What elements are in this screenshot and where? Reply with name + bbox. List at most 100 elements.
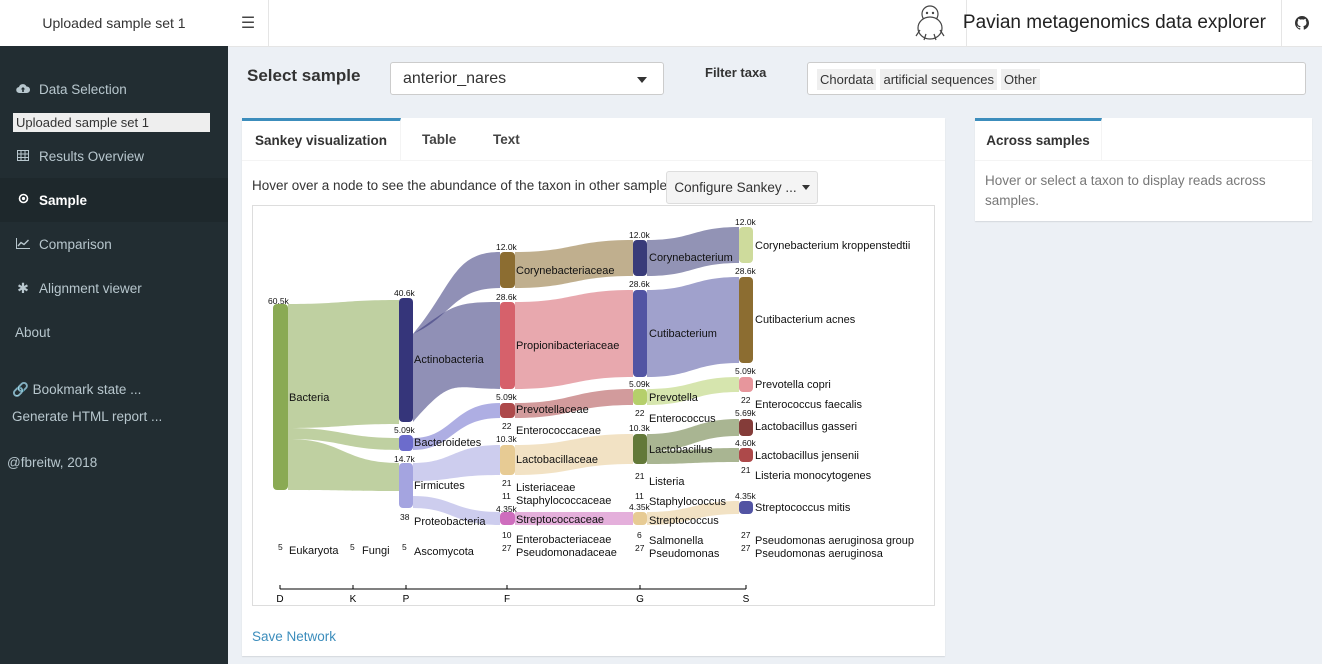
node-count: 38 <box>400 512 410 522</box>
caret-down-icon <box>637 77 647 83</box>
link-icon: 🔗 <box>12 382 29 397</box>
node-corynebacteriaceae[interactable] <box>500 252 515 288</box>
filter-chip[interactable]: Chordata <box>817 69 877 90</box>
hamburger-icon: ☰ <box>240 15 256 32</box>
node-count: 4.35k <box>496 504 518 514</box>
tab-text[interactable]: Text <box>493 118 520 160</box>
node-label: Corynebacteriaceae <box>516 265 614 277</box>
node-lactobacillus-gasseri[interactable] <box>739 419 753 436</box>
link[interactable] <box>647 277 739 377</box>
node-label: Eukaryota <box>289 545 339 557</box>
filter-chip[interactable]: Other <box>1001 69 1040 90</box>
node-count: 11 <box>635 491 644 501</box>
sidebar-item-label: Data Selection <box>39 81 127 97</box>
node-lactobacillus[interactable] <box>633 434 647 464</box>
axis-tick-label: G <box>636 594 644 605</box>
node-count: 27 <box>741 543 751 553</box>
node-count: 22 <box>741 395 751 405</box>
filter-taxa-label: Filter taxa <box>705 65 767 80</box>
tab-sankey-visualization[interactable]: Sankey visualization <box>242 118 401 160</box>
node-cutibacterium[interactable] <box>633 290 647 377</box>
header-logo[interactable]: Uploaded sample set 1 <box>0 0 228 47</box>
node-count: 22 <box>502 421 512 431</box>
node-actinobacteria[interactable] <box>399 298 413 422</box>
link[interactable] <box>288 300 399 428</box>
node-count: 5.09k <box>394 425 416 435</box>
node-corynebacterium[interactable] <box>633 240 647 276</box>
node-lactobacillaceae[interactable] <box>500 445 515 475</box>
node-label: Lactobacillus jensenii <box>755 450 859 462</box>
github-button[interactable] <box>1281 0 1322 46</box>
node-prevotella[interactable] <box>633 389 647 405</box>
axis-tick-label: P <box>403 594 410 605</box>
node-count: 27 <box>635 543 645 553</box>
node-label: Bacteria <box>289 392 330 404</box>
filter-taxa-input[interactable]: Chordata artificial sequences Other <box>807 62 1306 95</box>
node-label: Bacteroidetes <box>414 437 482 449</box>
sidebar-item-sample[interactable]: Sample <box>0 178 228 222</box>
sidebar-item-about[interactable]: About <box>0 310 228 354</box>
node-label: Enterobacteriaceae <box>516 534 611 546</box>
node-count: 12.0k <box>735 217 757 227</box>
node-label: Lactobacillaceae <box>516 454 598 466</box>
node-label: Pseudomonas aeruginosa <box>755 548 884 560</box>
sidebar-item-results-overview[interactable]: Results Overview <box>0 134 228 178</box>
configure-label: Configure Sankey ... <box>674 180 797 195</box>
node-label: Prevotella copri <box>755 379 831 391</box>
sankey-diagram[interactable]: 60.5k Bacteria 5 Eukaryota 5 Fungi 40.6k… <box>252 205 935 606</box>
sankey-panel: Sankey visualization Table Text Hover ov… <box>242 118 945 656</box>
node-count: 5.69k <box>735 408 757 418</box>
node-streptococcus-mitis[interactable] <box>739 501 753 514</box>
axis-tick-label: D <box>276 594 283 605</box>
sankey-svg[interactable]: 60.5k Bacteria 5 Eukaryota 5 Fungi 40.6k… <box>253 206 934 605</box>
bookmark-state-link[interactable]: 🔗 Bookmark state ... <box>12 382 141 398</box>
node-streptococcus[interactable] <box>633 512 647 525</box>
node-count: 14.7k <box>394 454 416 464</box>
node-count: 21 <box>741 465 751 475</box>
sidebar-item-data-selection[interactable]: Data Selection <box>0 67 228 111</box>
node-lactobacillus-jensenii[interactable] <box>739 448 753 462</box>
filter-chip[interactable]: artificial sequences <box>880 69 998 90</box>
node-count: 11 <box>502 491 511 501</box>
tab-table[interactable]: Table <box>422 118 456 160</box>
node-bacteria[interactable] <box>273 304 288 490</box>
node-count: 60.5k <box>268 296 290 306</box>
node-cutibacterium-acnes[interactable] <box>739 277 753 363</box>
node-label: Staphylococcus <box>649 496 727 508</box>
node-propionibacteriaceae[interactable] <box>500 302 515 389</box>
node-corynebacterium-kroppenstedtii[interactable] <box>739 227 753 263</box>
node-label: Pseudomonas aeruginosa group <box>755 535 914 547</box>
generate-report-link[interactable]: Generate HTML report ... <box>12 409 162 424</box>
node-count: 12.0k <box>629 230 651 240</box>
sidebar-toggle-button[interactable]: ☰ <box>228 0 269 46</box>
node-prevotella-copri[interactable] <box>739 377 753 392</box>
node-count: 6 <box>637 530 642 540</box>
node-prevotellaceae[interactable] <box>500 403 515 418</box>
node-count: 5.09k <box>496 392 518 402</box>
node-firmicutes[interactable] <box>399 463 413 508</box>
configure-sankey-button[interactable]: Configure Sankey ... <box>666 171 818 204</box>
credit-text: @fbreitw, 2018 <box>7 455 98 470</box>
node-label: Propionibacteriaceae <box>516 340 619 352</box>
node-label: Listeria <box>649 476 685 488</box>
sample-select[interactable]: anterior_nares <box>390 62 664 95</box>
tab-divider <box>975 160 1312 161</box>
sidebar-item-alignment-viewer[interactable]: ✱ Alignment viewer <box>0 266 228 310</box>
node-count: 27 <box>502 543 512 553</box>
sidebar-item-comparison[interactable]: Comparison <box>0 222 228 266</box>
link[interactable] <box>515 240 633 288</box>
save-network-link[interactable]: Save Network <box>252 629 336 644</box>
node-count: 10 <box>502 530 512 540</box>
link[interactable] <box>413 445 500 481</box>
tab-across-samples[interactable]: Across samples <box>975 118 1102 160</box>
node-label: Fungi <box>362 545 390 557</box>
sidebar-item-label: About <box>15 324 51 340</box>
node-bacteroidetes[interactable] <box>399 435 413 451</box>
sidebar: Data Selection Uploaded sample set 1 Res… <box>0 46 228 664</box>
node-label: Pseudomonas <box>649 548 720 560</box>
across-samples-hint: Hover or select a taxon to display reads… <box>985 173 1266 208</box>
node-count: 5 <box>278 542 283 552</box>
node-label: Enterococcus <box>649 413 716 425</box>
node-count: 28.6k <box>629 279 651 289</box>
sample-set-select[interactable]: Uploaded sample set 1 <box>13 113 210 132</box>
